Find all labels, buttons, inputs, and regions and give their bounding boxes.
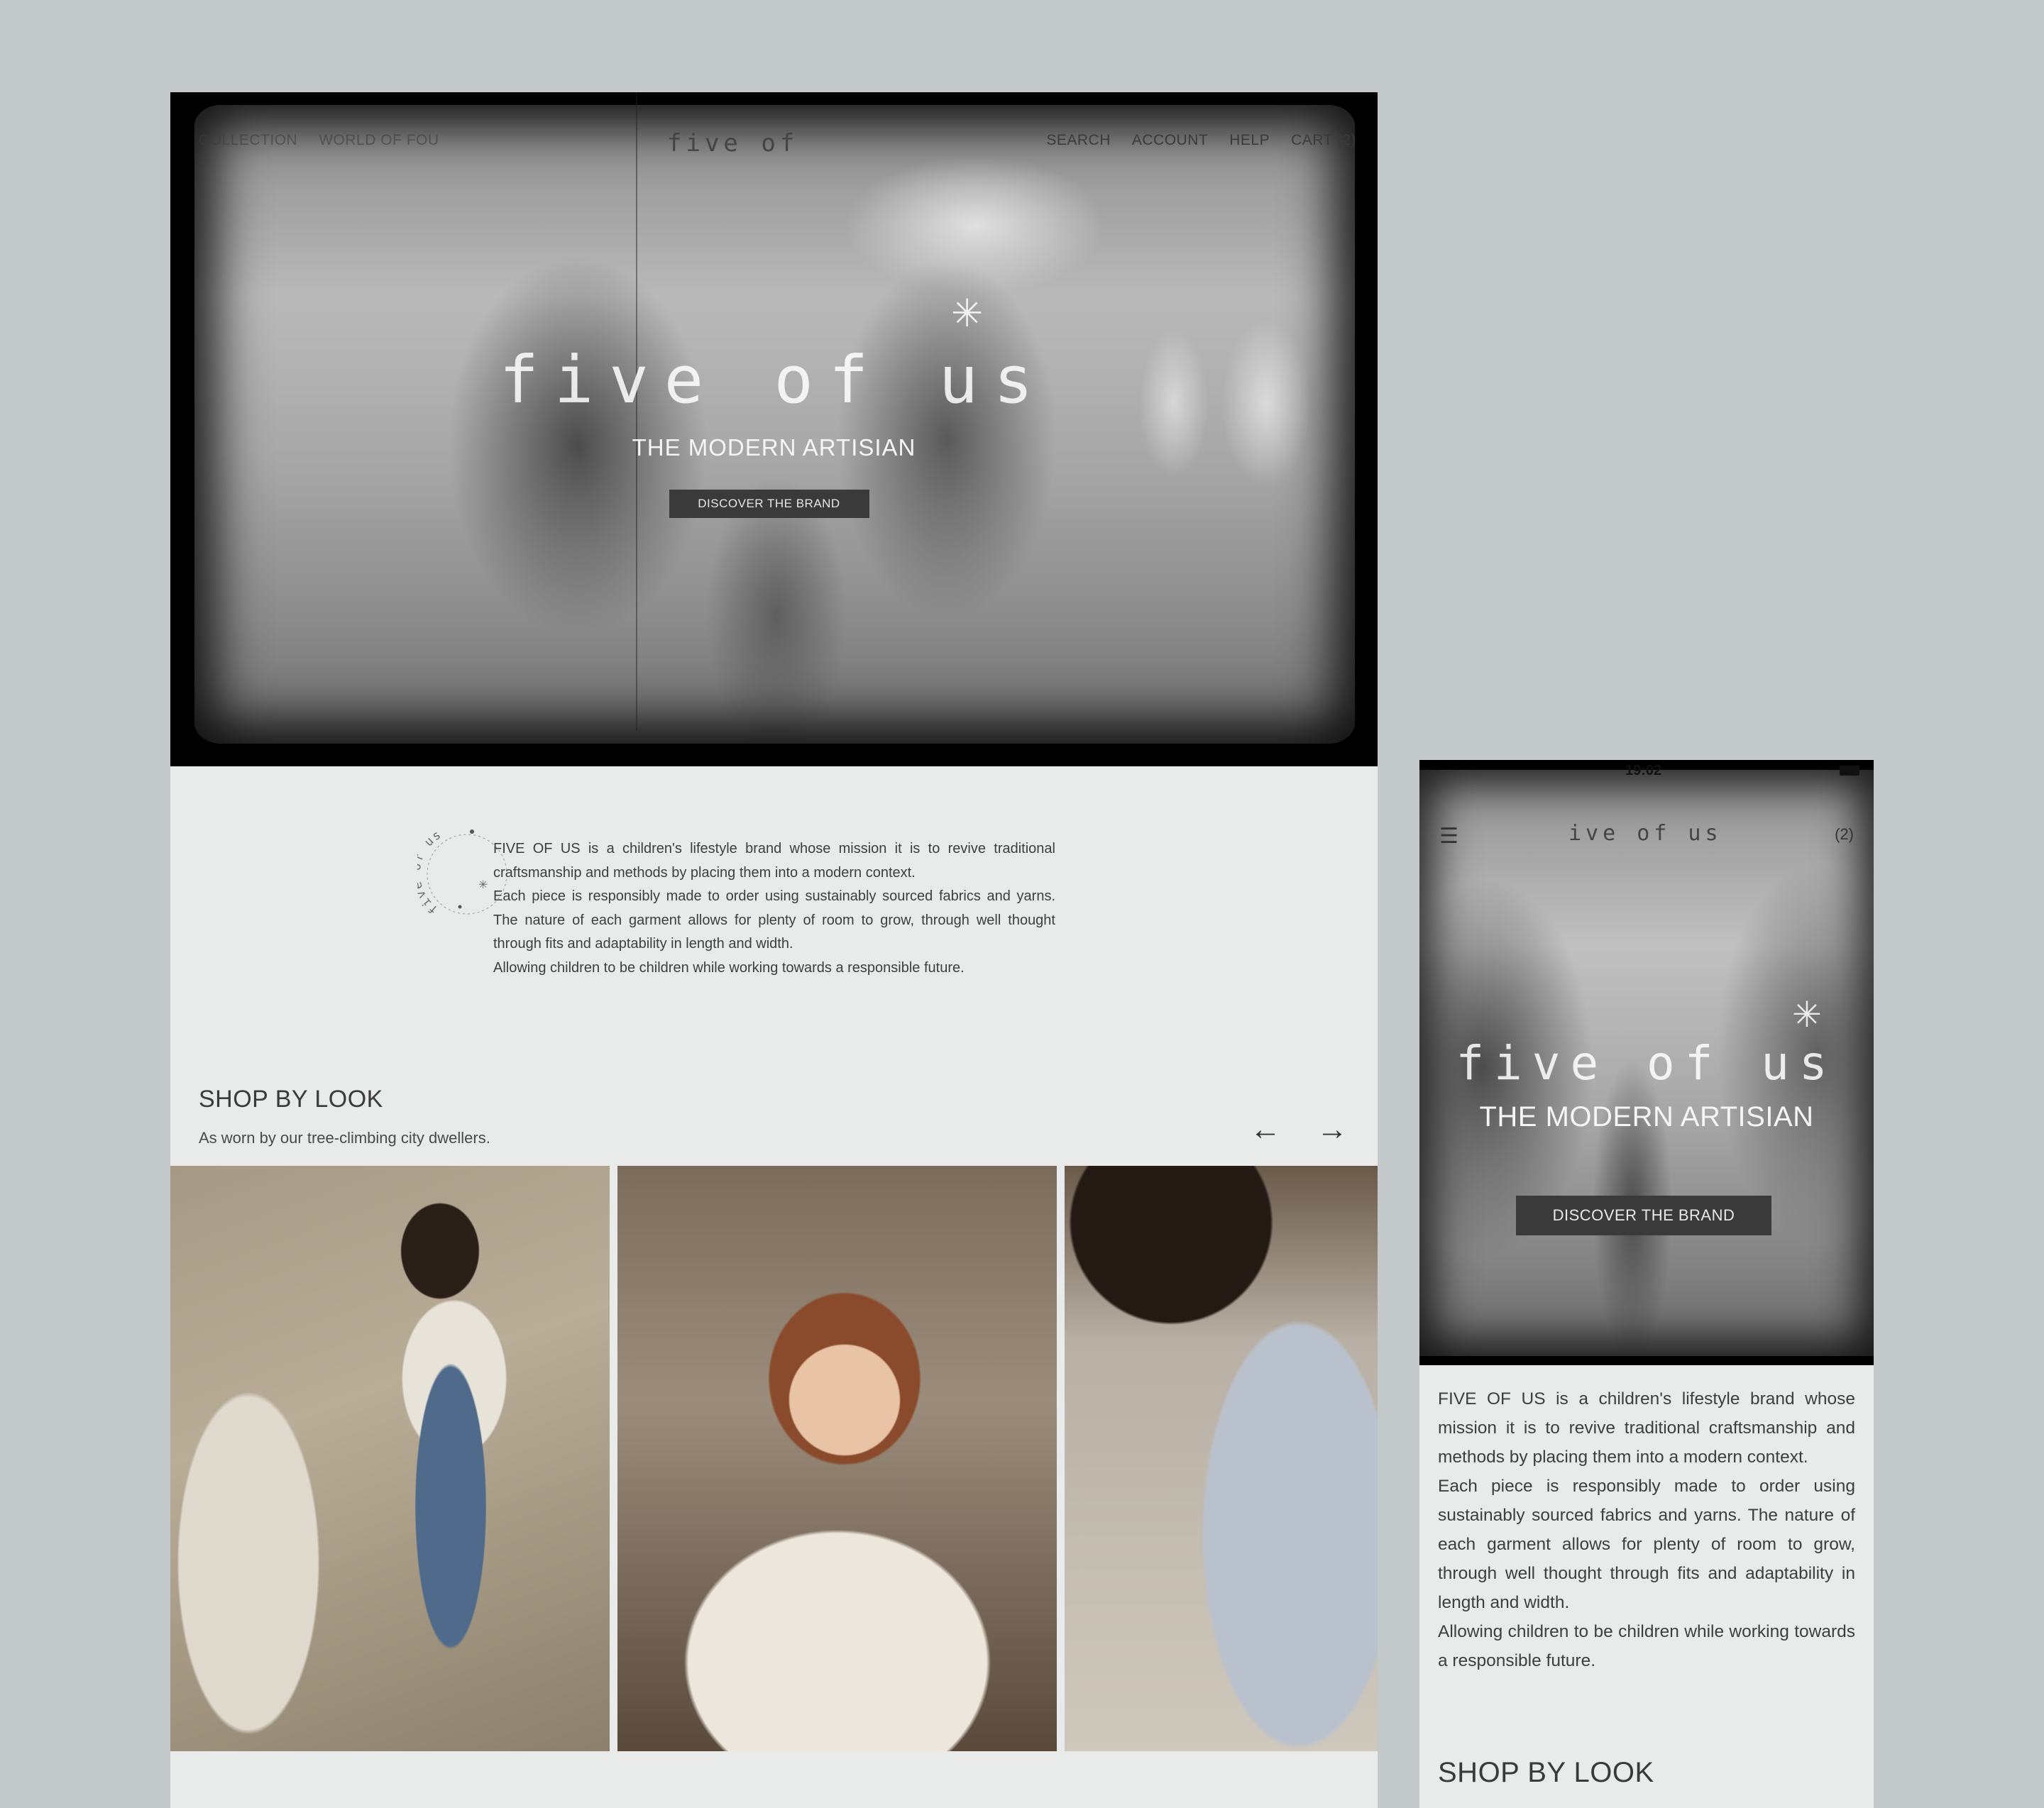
about-text: FIVE OF US is a children's lifestyle bra… (493, 837, 1055, 981)
nav-right: SEARCH ACCOUNT HELP CART (2) (1046, 132, 1356, 149)
stamp-text: five of us (417, 827, 443, 917)
nav-world-of-fou[interactable]: WORLD OF FOU (319, 132, 439, 149)
mobile-discover-brand-button[interactable]: DISCOVER THE BRAND (1516, 1196, 1771, 1235)
look-card[interactable] (617, 1166, 1057, 1751)
hero-tagline: THE MODERN ARTISIAN (632, 434, 916, 461)
look-carousel (170, 1166, 1378, 1751)
shop-by-look-subtitle: As worn by our tree-climbing city dwelle… (199, 1129, 490, 1147)
star-icon: ✳ (1792, 995, 1822, 1035)
shop-by-look-title: SHOP BY LOOK (199, 1086, 383, 1113)
about-paragraph: Each piece is responsibly made to order … (1438, 1477, 1855, 1612)
mobile-hero-tagline: THE MODERN ARTISIAN (1479, 1101, 1814, 1132)
hero-section: COLLECTION WORLD OF FOU five of SEARCH A… (170, 92, 1378, 766)
nav-cart[interactable]: CART (2) (1291, 132, 1356, 149)
about-paragraph: Each piece is responsibly made to order … (493, 888, 1055, 952)
nav-help[interactable]: HELP (1229, 132, 1270, 149)
nav-collection[interactable]: COLLECTION (199, 132, 297, 149)
shop-by-look-header: SHOP BY LOOK As worn by our tree-climbin… (199, 1086, 490, 1147)
about-section: five of us ✳ FIVE OF US is a children's … (170, 766, 1378, 1071)
hero-content: five of us THE MODERN ARTISIAN DISCOVER … (170, 348, 1378, 518)
mobile-cart[interactable]: (2) (1835, 825, 1854, 844)
look-card[interactable] (1065, 1166, 1378, 1751)
header-logo[interactable]: five of (667, 129, 798, 158)
about-paragraph: Allowing children to be children while w… (493, 959, 965, 976)
status-bar: 19:02 (1419, 760, 1874, 781)
arrow-right-icon[interactable]: → (1317, 1114, 1348, 1145)
mobile-about-text: FIVE OF US is a children's lifestyle bra… (1438, 1384, 1855, 1675)
menu-icon[interactable]: ☰ (1439, 824, 1458, 849)
carousel-controls: ← → (1250, 1114, 1348, 1145)
desktop-mockup: COLLECTION WORLD OF FOU five of SEARCH A… (170, 92, 1378, 1808)
top-navigation: COLLECTION WORLD OF FOU five of SEARCH A… (170, 92, 1378, 192)
mobile-header-logo[interactable]: ive of us (1568, 821, 1722, 846)
mobile-mockup: 19:02 ☰ ive of us (2) ✳ five of us THE M… (1419, 760, 1874, 1808)
status-time: 19:02 (1625, 763, 1662, 778)
star-icon: ✳ (951, 292, 984, 335)
mobile-hero-logo: five of us (1456, 1036, 1837, 1091)
mobile-hero-section: 19:02 ☰ ive of us (2) ✳ five of us THE M… (1419, 760, 1874, 1365)
mobile-shop-by-look-title: SHOP BY LOOK (1438, 1757, 1654, 1788)
arrow-left-icon[interactable]: ← (1250, 1114, 1281, 1145)
about-paragraph: FIVE OF US is a children's lifestyle bra… (1438, 1389, 1855, 1467)
svg-text:✳: ✳ (478, 879, 488, 891)
mobile-hero-content: five of us THE MODERN ARTISIAN DISCOVER … (1419, 1040, 1874, 1235)
nav-left: COLLECTION WORLD OF FOU (199, 132, 439, 149)
battery-icon (1840, 766, 1859, 776)
nav-account[interactable]: ACCOUNT (1132, 132, 1208, 149)
discover-brand-button[interactable]: DISCOVER THE BRAND (669, 490, 869, 518)
hero-logo: five of us (499, 342, 1049, 418)
about-paragraph: FIVE OF US is a children's lifestyle bra… (493, 841, 1055, 881)
mobile-navigation: ☰ ive of us (2) (1419, 817, 1874, 852)
nav-search[interactable]: SEARCH (1046, 132, 1111, 149)
about-paragraph: Allowing children to be children while w… (1438, 1622, 1855, 1670)
look-card[interactable] (170, 1166, 610, 1751)
svg-text:five of us: five of us (417, 827, 444, 917)
